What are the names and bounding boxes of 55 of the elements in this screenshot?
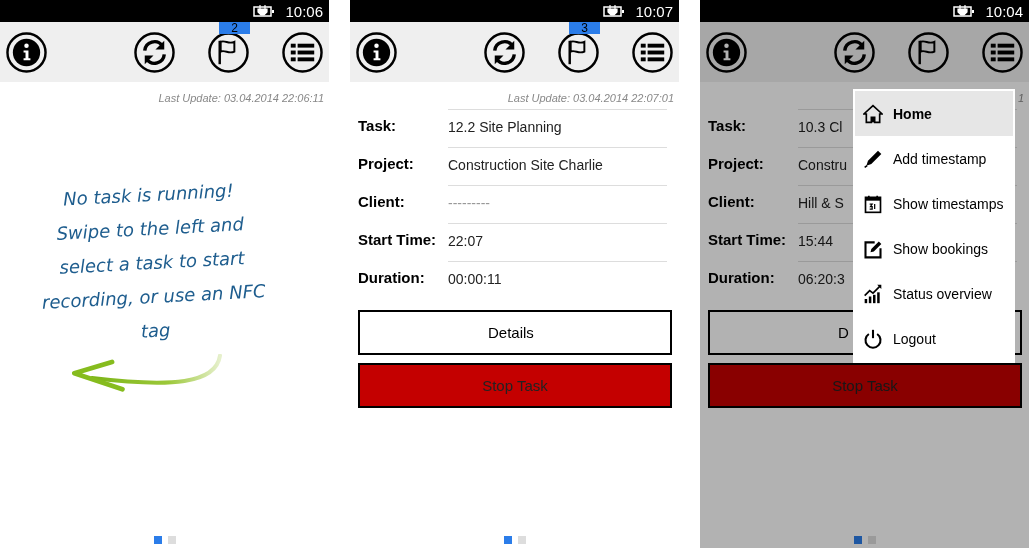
field-label: Duration: [708,268,776,288]
menu-item[interactable]: Logout [855,316,1013,361]
info-icon[interactable] [706,31,747,73]
menu-item[interactable]: Home [855,91,1013,136]
clock-time: 10:06 [285,2,323,20]
field-value: Construction Site Charlie [448,156,603,175]
battery-charging-icon [953,5,976,17]
field-value: 15:44 [798,232,834,251]
clock-time: 10:04 [985,2,1023,20]
field-label: Project: [708,154,765,174]
pencil-icon [863,148,883,169]
menu-icon[interactable] [982,31,1023,73]
field-label: Client: [358,192,406,212]
refresh-icon[interactable] [134,31,175,73]
flag-icon[interactable] [558,31,599,73]
chart-icon [863,283,883,304]
details-button[interactable]: Details [358,310,672,355]
menu-item[interactable]: Status overview [855,271,1013,316]
field-value: 12.2 Site Planning [448,118,562,137]
field-label: Project: [358,154,415,174]
field-value: 22:07 [448,232,484,251]
home-icon [863,103,883,124]
battery-charging-icon [253,5,276,17]
no-task-message: No task is running! Swipe to the left and select a task to start recording, or use an NFC tag [40,178,267,344]
refresh-icon[interactable] [484,31,525,73]
menu-item[interactable]: Show timestamps [855,181,1013,226]
last-update-text: Last Update: 03.04.2014 22:06:11 [157,92,324,106]
field-value: 10.3 Cl [798,118,843,137]
field-label: Start Time: [708,230,788,250]
field-value: Constru [798,156,848,175]
field-label: Task: [358,116,398,136]
edit-icon [863,238,883,259]
power-icon [863,328,883,349]
last-update-text: Last Update: 03.04.2014 22:07:01 [506,92,674,106]
flag-icon[interactable] [208,31,249,73]
field-value: --------- [448,194,490,213]
field-label: Duration: [358,268,426,288]
field-label: Start Time: [358,230,438,250]
menu-icon[interactable] [632,31,673,73]
menu-item[interactable]: Add timestamp [855,136,1013,181]
info-icon[interactable] [356,31,397,73]
field-label: Task: [708,116,748,136]
menu-icon[interactable] [282,31,323,73]
battery-charging-icon [603,5,626,17]
calendar-icon [863,193,883,214]
field-label: Client: [708,192,756,212]
last-update-text: 1 [1016,92,1024,106]
info-icon[interactable] [6,31,47,73]
menu-item[interactable]: Show bookings [855,226,1013,271]
refresh-icon[interactable] [834,31,875,73]
flag-icon[interactable] [908,31,949,73]
field-value: 06:20:3 [798,270,845,289]
field-value: 00:00:11 [448,270,502,289]
field-value: Hill & S [798,194,844,213]
clock-time: 10:07 [635,2,673,20]
